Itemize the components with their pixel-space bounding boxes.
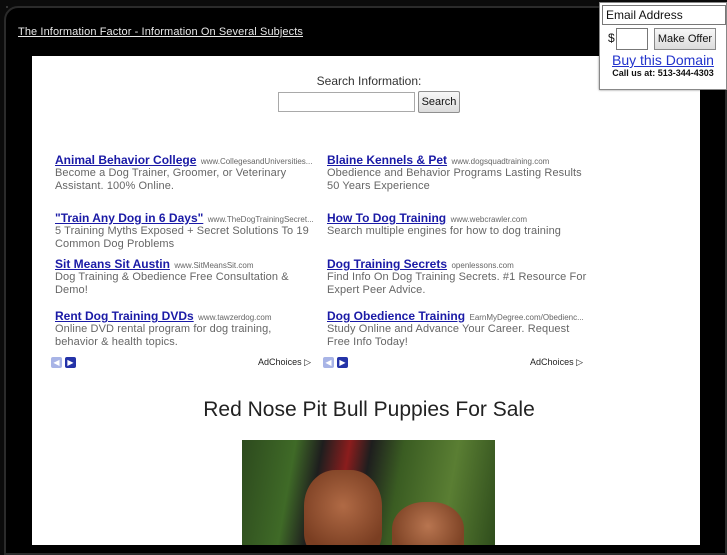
ad-title-link[interactable]: Sit Means Sit Austin — [55, 257, 170, 271]
ad-url[interactable]: www.dogsquadtraining.com — [452, 157, 550, 166]
buy-domain-link[interactable]: Buy this Domain — [600, 52, 726, 68]
ad-nav-left: ◀ ▶ AdChoices ▷ — [51, 357, 313, 371]
puppy-figure — [304, 470, 382, 545]
chevron-left-icon[interactable]: ◀ — [323, 357, 334, 368]
chevron-left-icon[interactable]: ◀ — [51, 357, 62, 368]
ad-text: Study Online and Advance Your Career. Re… — [327, 323, 570, 348]
search-button[interactable]: Search — [418, 91, 460, 113]
ad-nav-right: ◀ ▶ AdChoices ▷ — [323, 357, 585, 371]
call-us-text: Call us at: 513-344-4303 — [612, 68, 714, 78]
ad-title-link[interactable]: Dog Training Secrets — [327, 257, 447, 271]
ad-text: Dog Training & Obedience Free Consultati… — [55, 271, 289, 296]
ad-url[interactable]: www.tawzerdog.com — [198, 313, 271, 322]
email-field[interactable] — [602, 5, 726, 25]
ad-item: Animal Behavior College www.CollegesandU… — [55, 151, 317, 209]
search-input[interactable] — [278, 92, 415, 112]
ad-title-link[interactable]: Rent Dog Training DVDs — [55, 309, 194, 323]
ad-item: Dog Obedience Training EarnMyDegree.com/… — [327, 307, 589, 353]
puppy-figure — [392, 502, 464, 545]
ads-column-left: Animal Behavior College www.CollegesandU… — [55, 151, 317, 353]
ad-text: Obedience and Behavior Programs Lasting … — [327, 167, 582, 192]
chevron-right-icon[interactable]: ▶ — [65, 357, 76, 368]
ad-text: Online DVD rental program for dog traini… — [55, 323, 272, 348]
ad-item: Sit Means Sit Austin www.SitMeansSit.com… — [55, 255, 317, 307]
ad-item: Rent Dog Training DVDs www.tawzerdog.com… — [55, 307, 317, 353]
ad-text: 5 Training Myths Exposed + Secret Soluti… — [55, 225, 309, 250]
site-title-link[interactable]: The Information Factor - Information On … — [18, 26, 303, 38]
make-offer-button[interactable]: Make Offer — [654, 28, 716, 50]
ad-text: Search multiple engines for how to dog t… — [327, 225, 562, 237]
adchoices-link[interactable]: AdChoices ▷ — [258, 357, 311, 368]
adchoices-link[interactable]: AdChoices ▷ — [530, 357, 583, 368]
ad-text: Become a Dog Trainer, Groomer, or Veteri… — [55, 167, 287, 192]
ad-url[interactable]: openlessons.com — [451, 261, 513, 270]
page-heading: Red Nose Pit Bull Puppies For Sale — [203, 398, 535, 421]
ad-title-link[interactable]: Animal Behavior College — [55, 153, 196, 167]
ad-title-link[interactable]: "Train Any Dog in 6 Days" — [55, 211, 203, 225]
chevron-right-icon[interactable]: ▶ — [337, 357, 348, 368]
ad-url[interactable]: www.TheDogTrainingSecret... — [208, 215, 314, 224]
ad-title-link[interactable]: Dog Obedience Training — [327, 309, 465, 323]
ad-item: "Train Any Dog in 6 Days" www.TheDogTrai… — [55, 209, 317, 255]
ads-column-right: Blaine Kennels & Pet www.dogsquadtrainin… — [327, 151, 589, 353]
ad-text: Find Info On Dog Training Secrets. #1 Re… — [327, 271, 587, 296]
puppies-photo — [242, 440, 495, 545]
offer-amount-input[interactable] — [616, 28, 648, 50]
ad-url[interactable]: EarnMyDegree.com/Obedienc... — [469, 313, 583, 322]
ad-item: Dog Training Secrets openlessons.com Fin… — [327, 255, 589, 307]
ad-item: Blaine Kennels & Pet www.dogsquadtrainin… — [327, 151, 589, 209]
ad-url[interactable]: www.webcrawler.com — [451, 215, 527, 224]
ad-item: How To Dog Training www.webcrawler.com S… — [327, 209, 589, 255]
ad-url[interactable]: www.CollegesandUniversities... — [201, 157, 313, 166]
ad-title-link[interactable]: Blaine Kennels & Pet — [327, 153, 447, 167]
domain-offer-widget: $ Make Offer Buy this Domain Call us at:… — [599, 2, 727, 90]
main-content: Search Information: Search Animal Behavi… — [32, 56, 700, 545]
ad-url[interactable]: www.SitMeansSit.com — [174, 261, 253, 270]
currency-symbol: $ — [608, 31, 615, 45]
ad-title-link[interactable]: How To Dog Training — [327, 211, 446, 225]
